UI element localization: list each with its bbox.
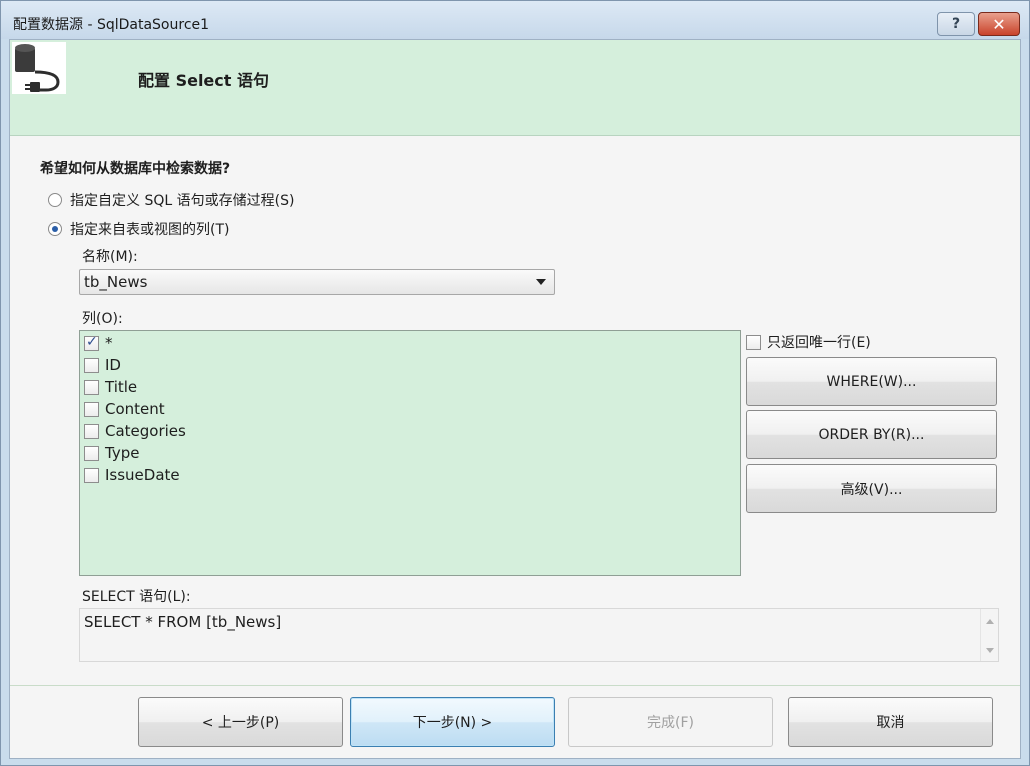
list-item[interactable]: Type	[84, 444, 139, 462]
custom-sql-radio[interactable]	[48, 193, 62, 207]
next-button[interactable]: 下一步(N) >	[350, 697, 555, 747]
window-title: 配置数据源 - SqlDataSource1	[13, 17, 210, 33]
column-label: Type	[105, 444, 140, 462]
table-columns-radio[interactable]	[48, 222, 62, 236]
sql-scrollbar[interactable]	[980, 609, 998, 661]
columns-list[interactable]: * ID Title Content Categories Type	[79, 330, 741, 576]
column-label: *	[105, 334, 113, 352]
list-item[interactable]: IssueDate	[84, 466, 180, 484]
retrieve-question: 希望如何从数据库中检索数据?	[40, 161, 231, 177]
close-button[interactable]: ✕	[978, 12, 1020, 36]
previous-button[interactable]: < 上一步(P)	[138, 697, 343, 747]
option-custom-sql[interactable]: 指定自定义 SQL 语句或存储过程(S)	[48, 190, 294, 210]
column-label: IssueDate	[105, 466, 180, 484]
wizard-header: 配置 Select 语句	[10, 40, 1020, 136]
page-title: 配置 Select 语句	[138, 71, 269, 90]
sql-statement-text: SELECT * FROM [tb_News]	[84, 613, 282, 631]
dialog-window: 配置数据源 - SqlDataSource1 ? ✕ 配置 Select 语句 …	[0, 0, 1030, 766]
finish-button[interactable]: 完成(F)	[568, 697, 773, 747]
scroll-up-icon[interactable]	[986, 619, 994, 624]
dialog-body: 配置 Select 语句 希望如何从数据库中检索数据? 指定自定义 SQL 语句…	[9, 39, 1021, 759]
column-checkbox[interactable]	[84, 467, 99, 483]
list-item[interactable]: *	[84, 334, 113, 352]
column-label: ID	[105, 356, 121, 374]
order-by-button[interactable]: ORDER BY(R)...	[746, 410, 997, 459]
list-item[interactable]: Categories	[84, 422, 186, 440]
database-connection-icon	[12, 42, 66, 94]
list-item[interactable]: ID	[84, 356, 121, 374]
sql-statement-box[interactable]: SELECT * FROM [tb_News]	[79, 608, 999, 662]
column-checkbox[interactable]	[84, 357, 99, 373]
cancel-button[interactable]: 取消	[788, 697, 993, 747]
column-label: Content	[105, 400, 165, 418]
columns-label: 列(O):	[82, 311, 123, 327]
unique-rows-option[interactable]: 只返回唯一行(E)	[746, 332, 871, 352]
unique-rows-label: 只返回唯一行(E)	[767, 335, 871, 351]
sql-statement-label: SELECT 语句(L):	[82, 589, 191, 605]
scroll-down-icon[interactable]	[986, 648, 994, 653]
column-label: Categories	[105, 422, 186, 440]
column-checkbox[interactable]	[84, 334, 99, 351]
column-checkbox[interactable]	[84, 445, 99, 461]
chevron-down-icon	[536, 279, 546, 285]
list-item[interactable]: Title	[84, 378, 137, 396]
table-columns-label: 指定来自表或视图的列(T)	[70, 222, 230, 238]
table-name-dropdown[interactable]: tb_News	[79, 269, 555, 295]
wizard-footer: < 上一步(P) 下一步(N) > 完成(F) 取消	[10, 685, 1020, 758]
custom-sql-label: 指定自定义 SQL 语句或存储过程(S)	[70, 193, 295, 209]
where-button[interactable]: WHERE(W)...	[746, 357, 997, 406]
column-checkbox[interactable]	[84, 401, 99, 417]
help-button[interactable]: ?	[937, 12, 975, 36]
table-name-value: tb_News	[84, 273, 148, 291]
column-checkbox[interactable]	[84, 379, 99, 395]
title-bar[interactable]: 配置数据源 - SqlDataSource1 ? ✕	[1, 1, 1029, 39]
advanced-button[interactable]: 高级(V)...	[746, 464, 997, 513]
column-label: Title	[105, 378, 138, 396]
unique-rows-checkbox[interactable]	[746, 334, 761, 350]
list-item[interactable]: Content	[84, 400, 165, 418]
option-table-columns[interactable]: 指定来自表或视图的列(T)	[48, 219, 229, 239]
name-label: 名称(M):	[82, 249, 138, 265]
column-checkbox[interactable]	[84, 423, 99, 439]
